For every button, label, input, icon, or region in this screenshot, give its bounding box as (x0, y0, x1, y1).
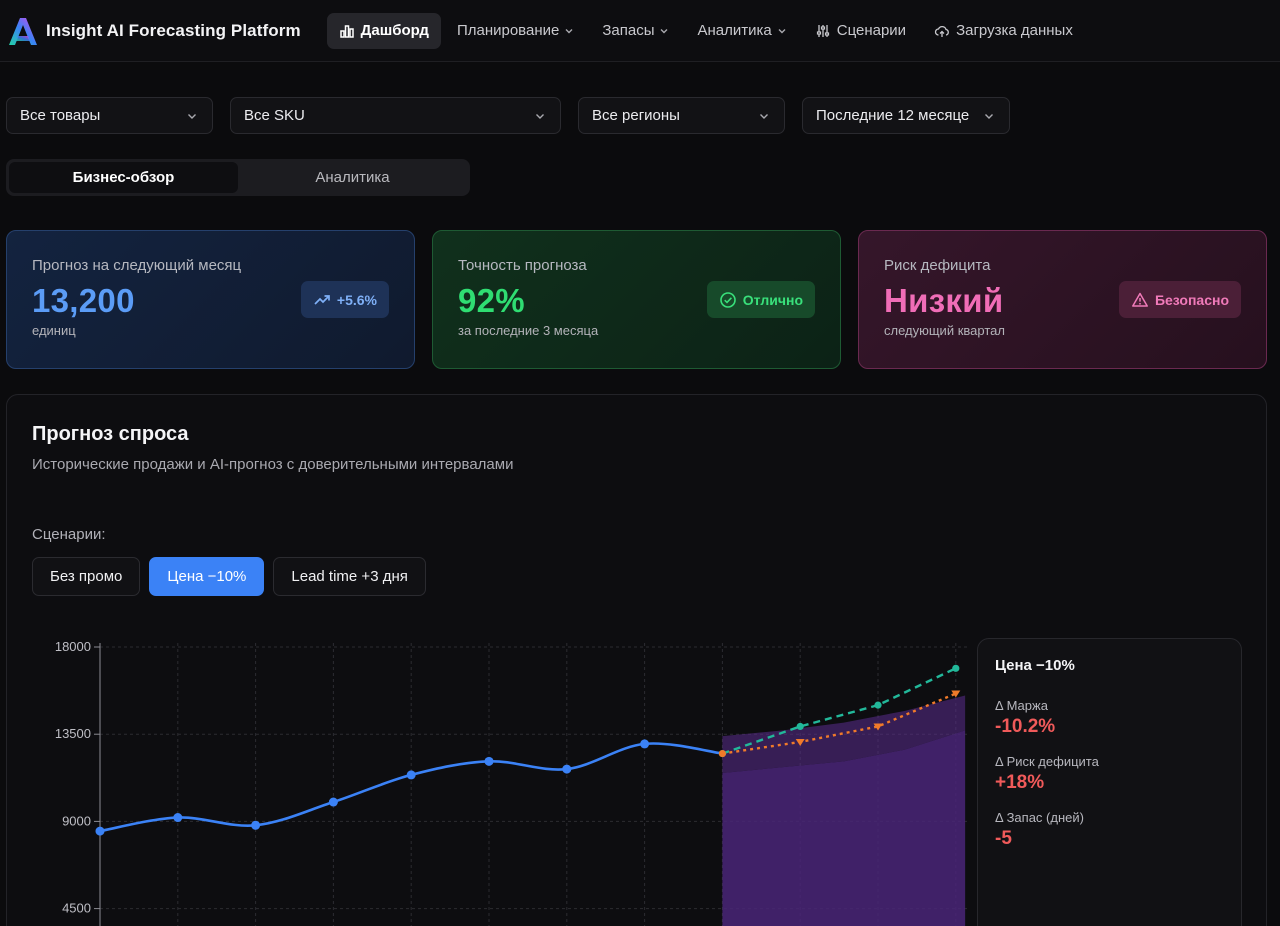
nav-item-data-upload[interactable]: Загрузка данных (922, 13, 1085, 49)
check-circle-icon (719, 291, 736, 308)
app-title: Insight AI Forecasting Platform (46, 20, 301, 40)
brand[interactable]: Insight AI Forecasting Platform (6, 14, 301, 48)
period-select-value: Последние 12 месяце (816, 107, 970, 124)
history-data-point (173, 813, 183, 823)
nav-item-dashboard[interactable]: Дашборд (326, 12, 441, 49)
metric-margin: Δ Маржа -10.2% (995, 698, 1224, 738)
kpi-card-accuracy: Точность прогноза 92% за последние 3 мес… (432, 230, 841, 369)
trend-badge: +5.6% (300, 281, 389, 318)
warning-triangle-icon (1132, 292, 1148, 307)
chevron-down-icon (536, 113, 544, 119)
nav-item-label: Загрузка данных (956, 22, 1073, 39)
kpi-card-shortage-risk: Риск дефицита Низкий следующий квартал Б… (858, 230, 1267, 369)
y-tick-label: 4500 (62, 901, 91, 916)
scenario-impact-card: Цена −10% Δ Маржа -10.2% Δ Риск дефицита… (977, 638, 1242, 926)
kpi-sub: за последние 3 месяца (458, 323, 599, 338)
history-data-point (328, 797, 338, 807)
nav-item-analytics[interactable]: Аналитика (685, 13, 798, 49)
history-data-point (251, 820, 261, 830)
nav-item-label: Дашборд (360, 22, 429, 39)
status-badge-label: Безопасно (1154, 291, 1229, 308)
history-data-point (640, 739, 650, 749)
scenario-data-point (874, 701, 882, 709)
chevron-down-icon (778, 28, 786, 33)
metric-value: -10.2% (995, 716, 1056, 737)
tab-analytics[interactable]: Аналитика (238, 162, 467, 193)
kpi-sub: единиц (32, 323, 76, 338)
metric-shortage-risk: Δ Риск дефицита +18% (995, 754, 1224, 794)
status-badge: Отлично (706, 281, 815, 318)
chevron-down-icon (188, 113, 196, 119)
kpi-label: Риск дефицита (884, 257, 991, 274)
app-logo-icon (9, 17, 37, 45)
y-tick-label: 13500 (55, 726, 91, 741)
kpi-label: Прогноз на следующий месяц (32, 257, 242, 274)
sku-select-value: Все SKU (244, 107, 305, 124)
nav-item-planning[interactable]: Планирование (445, 13, 586, 49)
history-data-point (95, 826, 105, 836)
nav-item-label: Планирование (456, 22, 560, 39)
regions-select-value: Все регионы (592, 107, 680, 124)
products-select-value: Все товары (20, 107, 101, 124)
tab-business-overview[interactable]: Бизнес-обзор (9, 162, 238, 193)
nav-item-label: Запасы (602, 22, 655, 39)
cloud-upload-icon (934, 25, 949, 37)
metric-label: Δ Риск дефицита (995, 754, 1099, 769)
metric-value: +18% (995, 772, 1045, 793)
bar-chart-icon (339, 24, 354, 38)
scenario-data-point (952, 664, 960, 672)
nav-item-scenarios[interactable]: Сценарии (803, 13, 918, 49)
chevron-down-icon (985, 113, 993, 119)
metric-value: -5 (995, 828, 1012, 849)
trend-badge-label: +5.6% (336, 291, 377, 308)
history-data-point (562, 764, 572, 774)
products-select[interactable]: Все товары (6, 97, 213, 134)
metric-label: Δ Запас (дней) (995, 810, 1084, 825)
trending-up-icon (314, 294, 330, 305)
history-data-point (406, 770, 416, 780)
chevron-down-icon (660, 28, 668, 33)
sku-select[interactable]: Все SKU (230, 97, 561, 134)
nav-item-label: Сценарии (836, 22, 907, 39)
demand-forecast-chart: 4500 9000 13500 18000 (55, 639, 967, 926)
view-tabs: Бизнес-обзор Аналитика (6, 159, 470, 196)
metric-stock-days: Δ Запас (дней) -5 (995, 810, 1224, 850)
nav-item-label: Аналитика (697, 22, 772, 39)
history-data-point (484, 756, 494, 766)
scenario-impact-title: Цена −10% (995, 657, 1075, 674)
sliders-icon (816, 24, 829, 37)
kpi-label: Точность прогноза (458, 257, 587, 274)
period-select[interactable]: Последние 12 месяце (802, 97, 1010, 134)
top-nav: Insight AI Forecasting Platform Дашборд … (0, 0, 1280, 62)
scenario-data-point (718, 749, 727, 758)
metric-label: Δ Маржа (995, 698, 1048, 713)
chevron-down-icon (565, 28, 573, 33)
nav-item-inventory[interactable]: Запасы (590, 13, 681, 49)
status-badge: Безопасно (1118, 281, 1241, 318)
regions-select[interactable]: Все регионы (578, 97, 785, 134)
kpi-card-forecast: Прогноз на следующий месяц 13,200 единиц… (6, 230, 415, 369)
chevron-down-icon (760, 113, 768, 119)
y-tick-label: 18000 (55, 639, 91, 654)
demand-forecast-panel: Прогноз спроса Исторические продажи и AI… (6, 394, 1267, 926)
y-tick-label: 9000 (62, 813, 91, 828)
status-badge-label: Отлично (742, 291, 803, 308)
scenario-data-point (796, 722, 804, 731)
kpi-sub: следующий квартал (884, 323, 1005, 338)
